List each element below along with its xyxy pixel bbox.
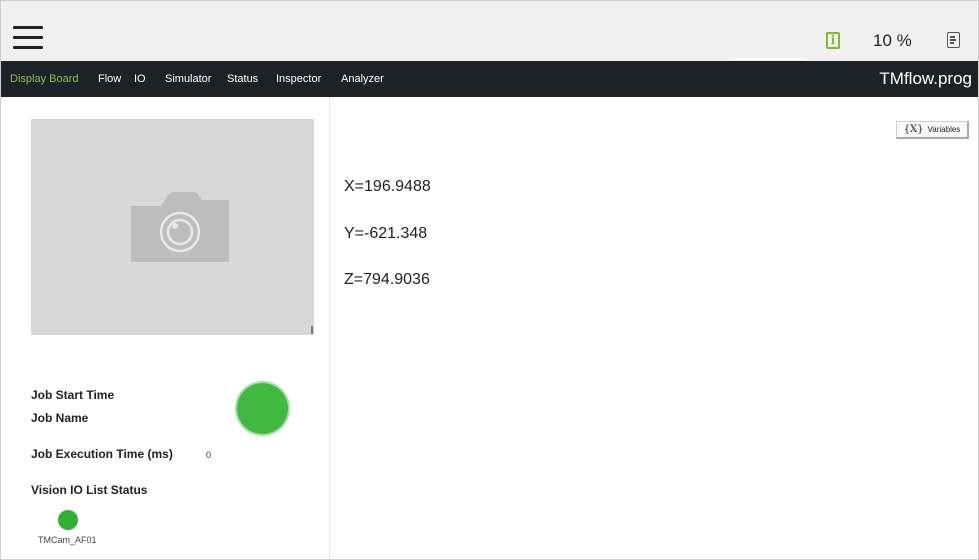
job-name-label: Job Name [31, 411, 89, 425]
info-icon[interactable]: i [826, 32, 840, 49]
variables-button-label: Variables [927, 125, 961, 134]
nav-bar: Display Board Flow IO Simulator Status I… [1, 61, 978, 97]
tab-display-board[interactable]: Display Board [10, 73, 78, 85]
resize-grip[interactable] [311, 326, 313, 334]
job-execution-time-label: Job Execution Time (ms) [31, 447, 173, 461]
tab-inspector[interactable]: Inspector [276, 73, 321, 85]
variables-icon: {X} [903, 124, 924, 135]
project-file-name: TMflow.prog [879, 69, 972, 88]
io-device-name: TMCam_AF01 [38, 535, 97, 545]
job-start-time-label: Job Start Time [31, 388, 115, 402]
speed-percent[interactable]: 10 % [873, 31, 912, 51]
tab-analyzer[interactable]: Analyzer [341, 73, 384, 85]
coord-y: Y=-621.348 [344, 225, 428, 242]
top-bar: i 10 % [1, 1, 978, 62]
document-icon[interactable] [947, 32, 960, 48]
camera-icon [131, 192, 229, 262]
vision-io-list-label: Vision IO List Status [31, 483, 148, 497]
coord-x: X=196.9488 [344, 178, 431, 195]
app-window: i 10 % Display Board Flow IO Simulator S… [0, 0, 979, 560]
top-bar-indicator [734, 58, 804, 60]
job-panel: Job Start Time Job Name Job Execution Ti… [1, 97, 330, 559]
tab-status[interactable]: Status [227, 73, 258, 85]
job-execution-time-value: 0 [206, 450, 212, 460]
tab-io[interactable]: IO [134, 73, 146, 85]
io-device-status-indicator [58, 510, 78, 530]
coord-z: Z=794.9036 [344, 271, 430, 288]
variables-button[interactable]: {X} Variables [896, 121, 969, 139]
menu-icon[interactable] [13, 26, 43, 52]
tab-flow[interactable]: Flow [98, 73, 121, 85]
vision-image-view[interactable] [31, 119, 314, 335]
job-status-indicator [237, 383, 288, 434]
tab-simulator[interactable]: Simulator [165, 73, 211, 85]
